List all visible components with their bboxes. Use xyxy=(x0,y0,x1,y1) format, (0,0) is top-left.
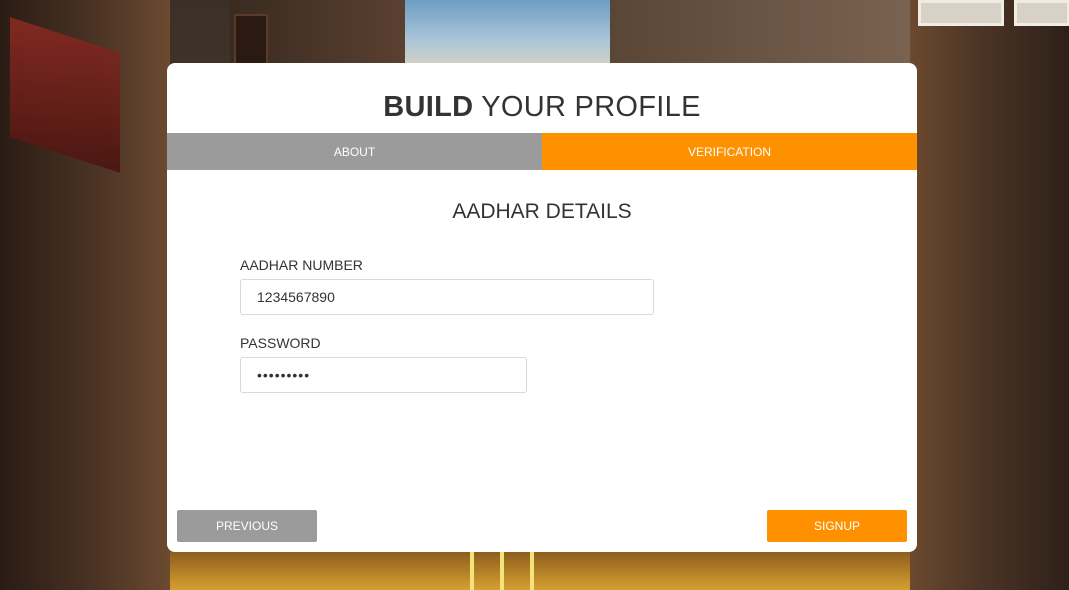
section-title: AADHAR DETAILS xyxy=(452,200,632,223)
background-rail xyxy=(470,550,474,590)
background-building-right-far xyxy=(610,0,910,70)
background-sky xyxy=(400,0,610,70)
page-title: BUILD YOUR PROFILE xyxy=(167,91,917,124)
tab-about[interactable]: ABOUT xyxy=(167,133,542,170)
page-title-bold: BUILD xyxy=(383,91,474,123)
tab-verification-label: VERIFICATION xyxy=(687,144,772,159)
background-window xyxy=(1014,0,1069,26)
background-rail xyxy=(530,550,534,590)
profile-card: BUILD YOUR PROFILE ABOUT VERIFICATION AA… xyxy=(167,63,917,552)
background-building-right xyxy=(909,0,1069,590)
aadhar-number-input[interactable] xyxy=(240,279,654,315)
background-rail xyxy=(500,550,504,590)
page-title-rest: YOUR PROFILE xyxy=(481,91,701,123)
previous-button[interactable]: PREVIOUS xyxy=(177,510,317,542)
background-window xyxy=(918,0,1004,26)
aadhar-number-label: AADHAR NUMBER xyxy=(240,257,363,273)
password-input[interactable] xyxy=(240,357,527,393)
password-label: PASSWORD xyxy=(240,335,321,351)
tab-about-label: ABOUT xyxy=(333,144,376,159)
tab-verification[interactable]: VERIFICATION xyxy=(542,133,917,170)
signup-button[interactable]: SIGNUP xyxy=(767,510,907,542)
step-tabs: ABOUT VERIFICATION xyxy=(167,133,917,170)
background-street xyxy=(170,550,910,590)
